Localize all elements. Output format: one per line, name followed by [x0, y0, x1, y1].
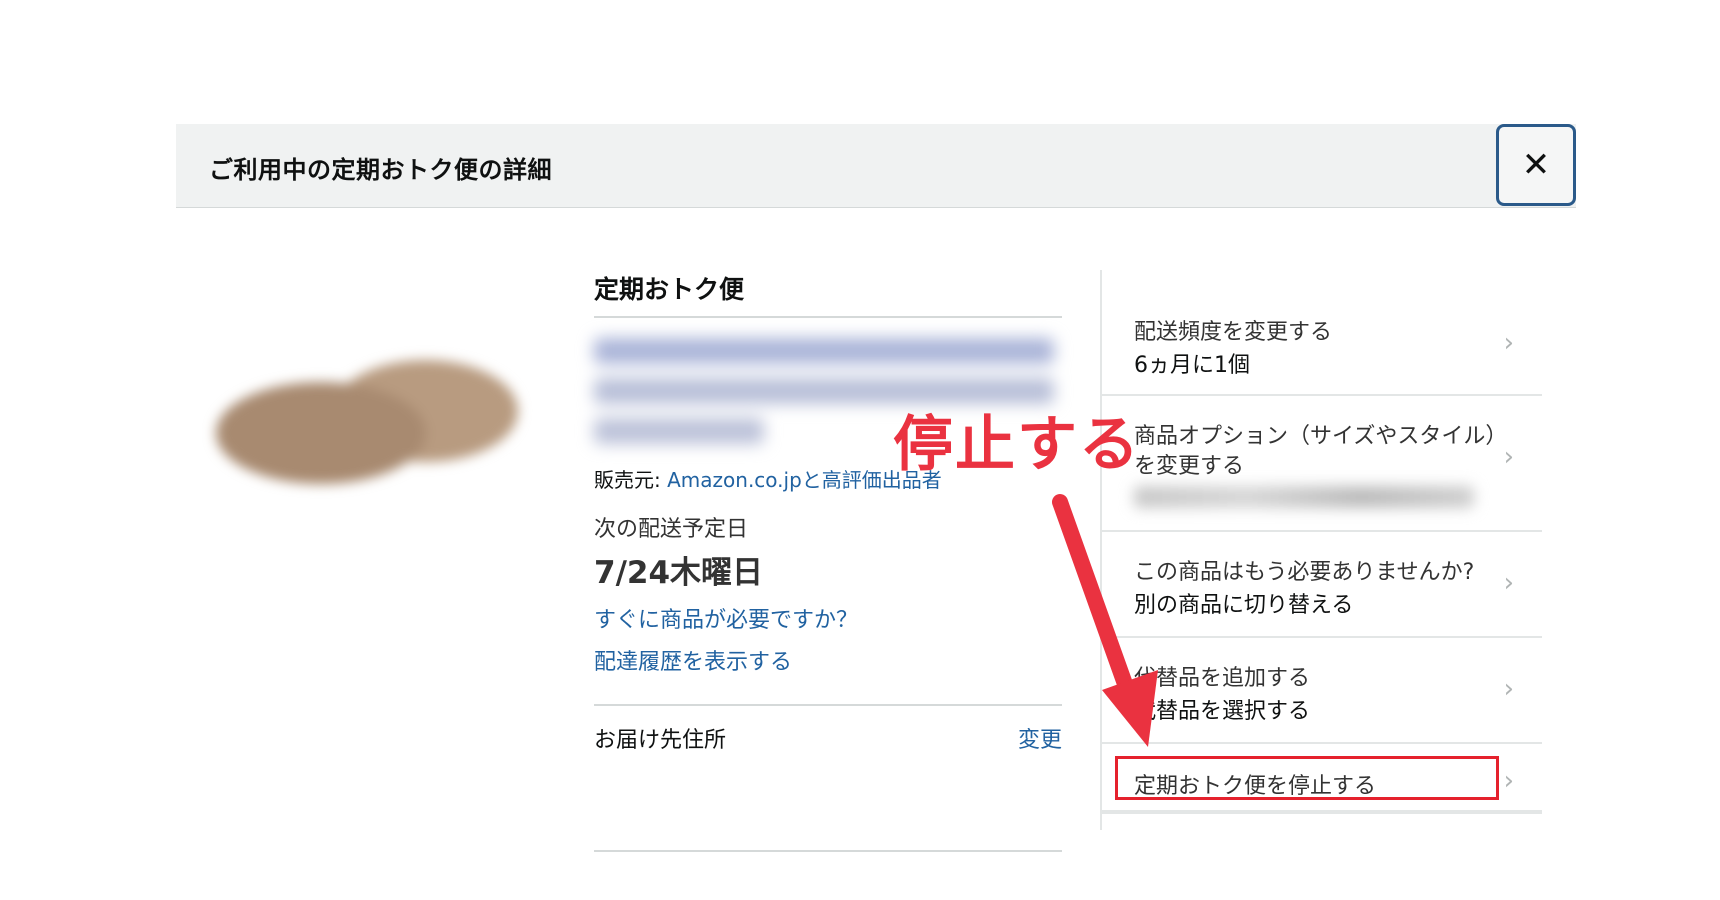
close-button[interactable]: ✕ [1496, 124, 1576, 206]
option-value: 別の商品に切り替える [1134, 593, 1354, 618]
close-icon: ✕ [1521, 145, 1551, 185]
options-panel: 配送頻度を変更する 6ヵ月に1個 › 商品オプション（サイズやスタイル） を変更… [1100, 270, 1542, 830]
chevron-right-icon: › [1503, 328, 1514, 358]
option-change-product-options[interactable]: 商品オプション（サイズやスタイル） を変更する › [1102, 396, 1542, 532]
next-delivery-label: 次の配送予定日 [594, 517, 749, 542]
option-label-cont: を変更する [1134, 454, 1245, 479]
option-value-blurred [1134, 486, 1474, 508]
option-add-alternative[interactable]: 代替品を追加する 代替品を選択する › [1102, 638, 1542, 744]
option-label: この商品はもう必要ありませんか? [1134, 560, 1475, 585]
annotation-arrow-icon [1052, 494, 1158, 747]
chevron-right-icon: › [1503, 442, 1514, 472]
address-label: お届け先住所 [594, 728, 727, 753]
section-title: 定期おトク便 [594, 270, 1062, 318]
seller-label: 販売元: [594, 468, 668, 492]
option-label: 商品オプション（サイズやスタイル） [1134, 424, 1508, 449]
modal-header: ご利用中の定期おトク便の詳細 [176, 124, 1576, 208]
option-switch-product[interactable]: この商品はもう必要ありませんか? 別の商品に切り替える › [1102, 532, 1542, 638]
chevron-right-icon: › [1503, 674, 1514, 704]
modal-title: ご利用中の定期おトク便の詳細 [209, 156, 552, 184]
divider [594, 850, 1062, 852]
product-image [208, 356, 528, 496]
chevron-right-icon: › [1503, 568, 1514, 598]
option-change-frequency[interactable]: 配送頻度を変更する 6ヵ月に1個 › [1102, 270, 1542, 396]
annotation-highlight-box [1115, 756, 1499, 800]
option-label: 代替品を追加する [1134, 666, 1311, 691]
delivery-history-link[interactable]: 配達履歴を表示する [594, 644, 1062, 676]
option-value: 6ヵ月に1個 [1134, 353, 1250, 378]
chevron-right-icon: › [1503, 766, 1514, 796]
annotation-label: 停止する [893, 410, 1141, 480]
subscription-details: 定期おトク便 販売元: Amazon.co.jpと高評価出品者 次の配送予定日 … [594, 270, 1062, 852]
option-label: 配送頻度を変更する [1134, 320, 1333, 345]
product-image-disc [216, 382, 426, 484]
address-row: お届け先住所 変更 [594, 704, 1062, 754]
next-delivery-date: 7/24木曜日 [594, 555, 764, 591]
need-soon-link[interactable]: すぐに商品が必要ですか？ [594, 602, 1062, 634]
option-value: 代替品を選択する [1134, 699, 1311, 724]
